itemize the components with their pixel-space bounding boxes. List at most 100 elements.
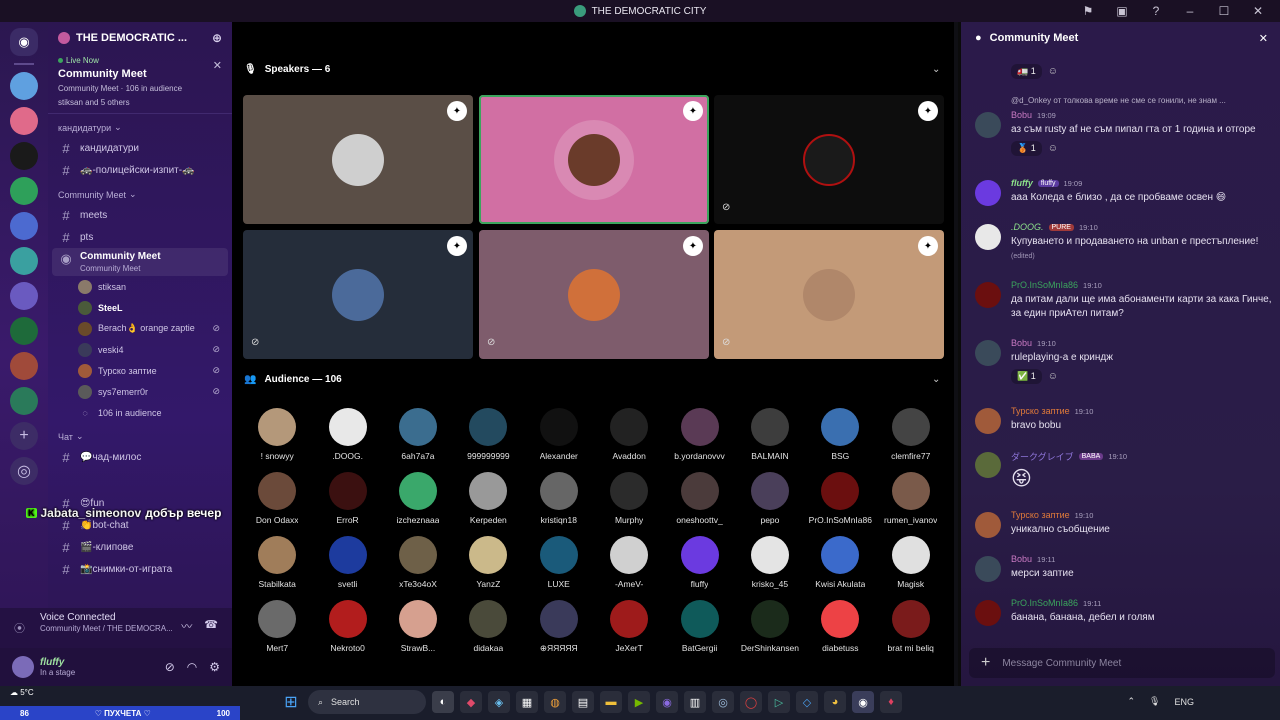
audience-member[interactable]: b.yordanovvv — [664, 408, 734, 461]
message-author[interactable]: Bobu — [1011, 110, 1032, 120]
message-author[interactable]: Bobu — [1011, 338, 1032, 348]
audience-member[interactable]: Kerpeden — [453, 472, 523, 525]
audience-member[interactable]: ErroR — [312, 472, 382, 525]
category-header[interactable]: Чат ⌄ — [48, 423, 232, 446]
noise-suppression-icon[interactable]: 〰 — [181, 618, 192, 634]
speaker-tile-speaking[interactable]: ✦ — [479, 95, 709, 224]
language-indicator[interactable]: ENG — [1174, 697, 1194, 707]
avatar[interactable] — [975, 452, 1001, 478]
category-header[interactable]: Community Meet ⌄ — [48, 181, 232, 204]
steam-icon[interactable]: ◎ — [712, 691, 734, 713]
speaker-tile[interactable]: ✦ ⊘ — [714, 230, 944, 359]
audience-member[interactable]: pepo — [735, 472, 805, 525]
tray-chevron-icon[interactable]: ⌃ — [1128, 696, 1136, 707]
channel-item[interactable]: # кандидатури — [48, 137, 232, 159]
discord-taskbar-icon[interactable]: ◉ — [852, 691, 874, 713]
chevron-down-icon[interactable]: ⌄ — [932, 374, 940, 385]
stage-member[interactable]: Berach👌 orange zaptie ⊘ — [48, 318, 232, 339]
avatar[interactable] — [975, 224, 1001, 250]
audience-member[interactable]: JeXerT — [594, 600, 664, 654]
app-icon[interactable]: ▦ — [516, 691, 538, 713]
close-button[interactable]: ✕ — [1250, 4, 1266, 18]
server-icon[interactable] — [10, 142, 38, 170]
monitor-icon[interactable]: ▣ — [1114, 4, 1130, 18]
add-reaction-icon[interactable]: ☺ — [1048, 143, 1058, 154]
server-icon[interactable] — [10, 107, 38, 135]
speaker-tile[interactable]: ✦ — [243, 95, 473, 224]
audience-member[interactable]: kristiqn18 — [524, 472, 594, 525]
channel-item[interactable]: # 📸снимки-от-играта — [48, 558, 232, 580]
audience-member[interactable]: Mert7 — [242, 600, 312, 654]
audience-member[interactable]: .DOOG. — [312, 408, 382, 461]
mic-muted-icon[interactable]: ⊘ — [165, 660, 175, 674]
message-author[interactable]: Турско заптие — [1011, 406, 1070, 416]
audience-member[interactable]: krisko_45 — [735, 536, 805, 589]
server-icon[interactable] — [10, 72, 38, 100]
audience-member[interactable]: 6ah7a7a — [383, 408, 453, 461]
audience-member[interactable]: didakaa — [453, 600, 523, 654]
app-icon[interactable]: ◇ — [796, 691, 818, 713]
close-icon[interactable]: ✕ — [213, 59, 222, 72]
audience-member[interactable]: brat mi beliq — [876, 600, 946, 654]
reply-preview[interactable]: @d_Onkey от толкова време не сме се гони… — [1011, 96, 1226, 105]
audience-member[interactable]: BALMAIN — [735, 408, 805, 461]
audience-member[interactable]: svetli — [312, 536, 382, 589]
category-header[interactable]: кандидатури ⌄ — [48, 114, 232, 137]
reaction-pill[interactable]: 🥉 1 — [1011, 141, 1042, 156]
server-icon[interactable] — [10, 177, 38, 205]
stage-member[interactable]: Турско заптие ⊘ — [48, 360, 232, 381]
maximize-button[interactable]: ☐ — [1216, 4, 1232, 18]
avatar[interactable] — [975, 112, 1001, 138]
app-icon[interactable]: ♦ — [880, 691, 902, 713]
inbox-icon[interactable]: ⚑ — [1080, 4, 1096, 18]
channel-item[interactable]: # pts — [48, 226, 232, 248]
audience-member[interactable]: Murphy — [594, 472, 664, 525]
audience-member[interactable]: DerShinkansen — [735, 600, 805, 654]
avatar[interactable] — [975, 408, 1001, 434]
audience-member[interactable]: PrO.InSoMnIa86 — [805, 472, 875, 525]
audience-member[interactable]: rumen_ivanov — [876, 472, 946, 525]
mic-tray-icon[interactable]: 🎙 — [1149, 696, 1160, 707]
reaction-pill[interactable]: ✅ 1 — [1011, 369, 1042, 384]
avatar[interactable] — [975, 282, 1001, 308]
avatar[interactable] — [975, 556, 1001, 582]
speaker-tile[interactable]: ✦ ⊘ — [714, 95, 944, 224]
minimize-button[interactable]: – — [1182, 4, 1198, 18]
folder-icon[interactable]: ▬ — [600, 691, 622, 713]
message-author[interactable]: .DOOG. — [1011, 222, 1044, 232]
server-icon[interactable] — [10, 352, 38, 380]
server-icon[interactable] — [10, 212, 38, 240]
weather-widget[interactable]: ☁ 5°C — [10, 688, 34, 697]
audience-member[interactable]: Kwisi Akulata — [805, 536, 875, 589]
chrome-icon[interactable]: ◕ — [824, 691, 846, 713]
message-author[interactable]: Турско заптие — [1011, 510, 1070, 520]
message-author[interactable]: Bobu — [1011, 554, 1032, 564]
app-icon[interactable]: ▥ — [684, 691, 706, 713]
audience-member[interactable]: StrawB... — [383, 600, 453, 654]
message-input[interactable] — [1002, 657, 1233, 669]
audience-member[interactable]: Magisk — [876, 536, 946, 589]
app-icon[interactable]: ◈ — [488, 691, 510, 713]
audience-member[interactable]: diabetuss — [805, 600, 875, 654]
explore-icon[interactable]: ◎ — [10, 457, 38, 485]
server-icon[interactable] — [10, 317, 38, 345]
audience-member[interactable]: izcheznaaa — [383, 472, 453, 525]
stage-member[interactable]: stiksan — [48, 276, 232, 297]
audience-header[interactable]: 👥 Audience — 106 ⌄ — [244, 374, 940, 385]
app-icon[interactable]: ◐ — [432, 691, 454, 713]
audience-member[interactable]: Don Odaxx — [242, 472, 312, 525]
disconnect-icon[interactable]: ☎ — [204, 618, 218, 634]
audience-member[interactable]: fluffy — [664, 536, 734, 589]
app-icon[interactable]: ▶ — [628, 691, 650, 713]
audience-member[interactable]: xTe3o4oX — [383, 536, 453, 589]
message-author[interactable]: PrO.InSoMnIa86 — [1011, 280, 1078, 290]
audience-member[interactable]: Avaddon — [594, 408, 664, 461]
add-reaction-icon[interactable]: ☺ — [1048, 371, 1058, 382]
stage-member[interactable]: veski4 ⊘ — [48, 339, 232, 360]
gear-icon[interactable]: ⚙ — [209, 660, 220, 674]
channel-item[interactable]: # meets — [48, 204, 232, 226]
avatar[interactable] — [975, 180, 1001, 206]
avatar[interactable] — [975, 340, 1001, 366]
windows-start-icon[interactable]: ⊞ — [280, 691, 302, 713]
audience-member[interactable]: -AmeV- — [594, 536, 664, 589]
